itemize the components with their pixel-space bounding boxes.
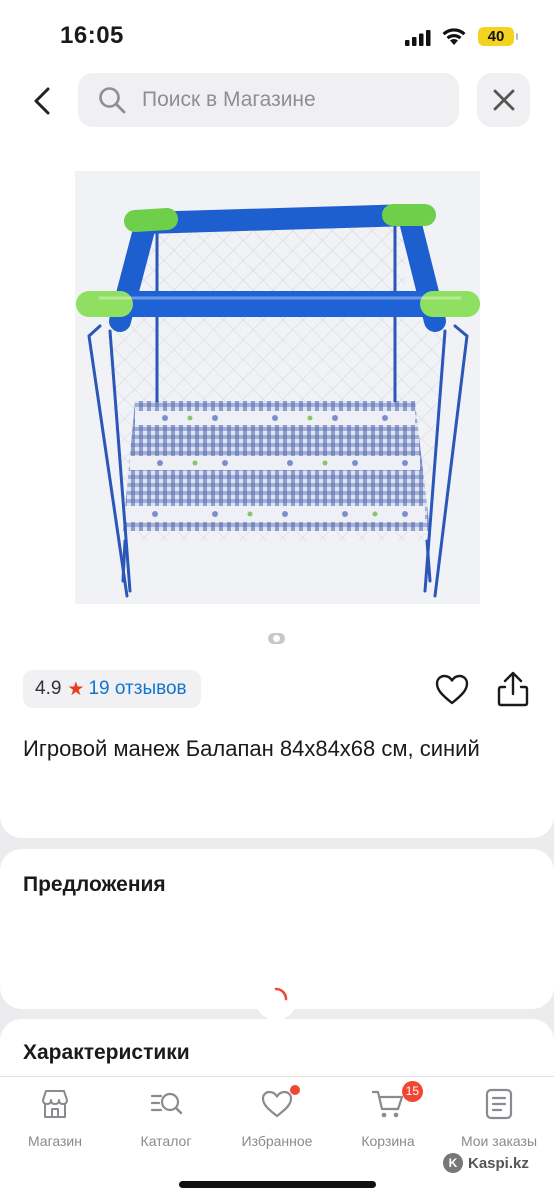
image-pagination-dots[interactable] bbox=[268, 633, 285, 644]
reviews-link[interactable]: 19 отзывов bbox=[88, 678, 186, 700]
rating-chip[interactable]: 4.9 ★ 19 отзывов bbox=[23, 670, 201, 708]
orders-icon bbox=[482, 1087, 516, 1121]
tab-cart[interactable]: 15 Корзина bbox=[333, 1081, 443, 1157]
tab-store[interactable]: Магазин bbox=[0, 1087, 110, 1157]
rating-value: 4.9 bbox=[35, 678, 62, 699]
search-icon bbox=[97, 85, 127, 115]
search-box[interactable] bbox=[78, 73, 459, 127]
status-bar: 16:05 40 bbox=[0, 0, 554, 70]
product-title: Игровой манеж Балапан 84x84x68 см, синий bbox=[23, 736, 480, 761]
tab-catalog[interactable]: Каталог bbox=[111, 1087, 221, 1157]
spinner-icon bbox=[274, 987, 288, 1001]
cart-count-badge: 15 bbox=[401, 1081, 423, 1102]
catalog-search-icon bbox=[149, 1087, 183, 1121]
home-indicator bbox=[179, 1181, 376, 1188]
tab-my-orders[interactable]: Мои заказы bbox=[444, 1087, 554, 1157]
star-icon: ★ bbox=[67, 678, 85, 700]
product-image[interactable] bbox=[75, 171, 480, 604]
favorites-badge-dot bbox=[290, 1085, 300, 1095]
playpen-illustration bbox=[76, 204, 480, 598]
tab-label: Магазин bbox=[27, 1133, 82, 1149]
heart-icon bbox=[435, 674, 469, 705]
cellular-signal-icon bbox=[405, 30, 431, 46]
battery-indicator: 40 bbox=[478, 27, 518, 46]
kaspi-logo-icon: K bbox=[443, 1153, 463, 1173]
add-to-favorites-button[interactable] bbox=[434, 672, 470, 708]
tab-label: Каталог bbox=[140, 1133, 192, 1149]
back-button[interactable] bbox=[22, 76, 62, 126]
search-input[interactable] bbox=[142, 88, 442, 112]
share-icon bbox=[497, 671, 529, 707]
tab-favorites[interactable]: Избранное bbox=[222, 1085, 332, 1157]
heart-icon bbox=[260, 1085, 300, 1121]
wifi-icon bbox=[442, 28, 466, 45]
loading-spinner bbox=[255, 978, 297, 1020]
chevron-left-icon bbox=[34, 87, 50, 115]
tab-label: Корзина bbox=[361, 1133, 415, 1149]
cart-icon: 15 bbox=[371, 1081, 423, 1121]
tab-label: Избранное bbox=[241, 1133, 313, 1149]
kaspi-watermark: K Kaspi.kz bbox=[443, 1153, 529, 1173]
tab-label: Мои заказы bbox=[460, 1133, 538, 1149]
characteristics-title: Характеристики bbox=[23, 1041, 190, 1064]
offers-title: Предложения bbox=[23, 873, 166, 896]
share-button[interactable] bbox=[495, 670, 531, 708]
header bbox=[0, 70, 554, 145]
product-card: 4.9 ★ 19 отзывов Игровой манеж Балапан 8… bbox=[0, 145, 554, 838]
close-icon bbox=[493, 89, 514, 111]
close-button[interactable] bbox=[477, 73, 530, 127]
watermark-text: Kaspi.kz bbox=[468, 1154, 529, 1172]
store-icon bbox=[38, 1087, 72, 1121]
status-time: 16:05 bbox=[60, 22, 124, 49]
